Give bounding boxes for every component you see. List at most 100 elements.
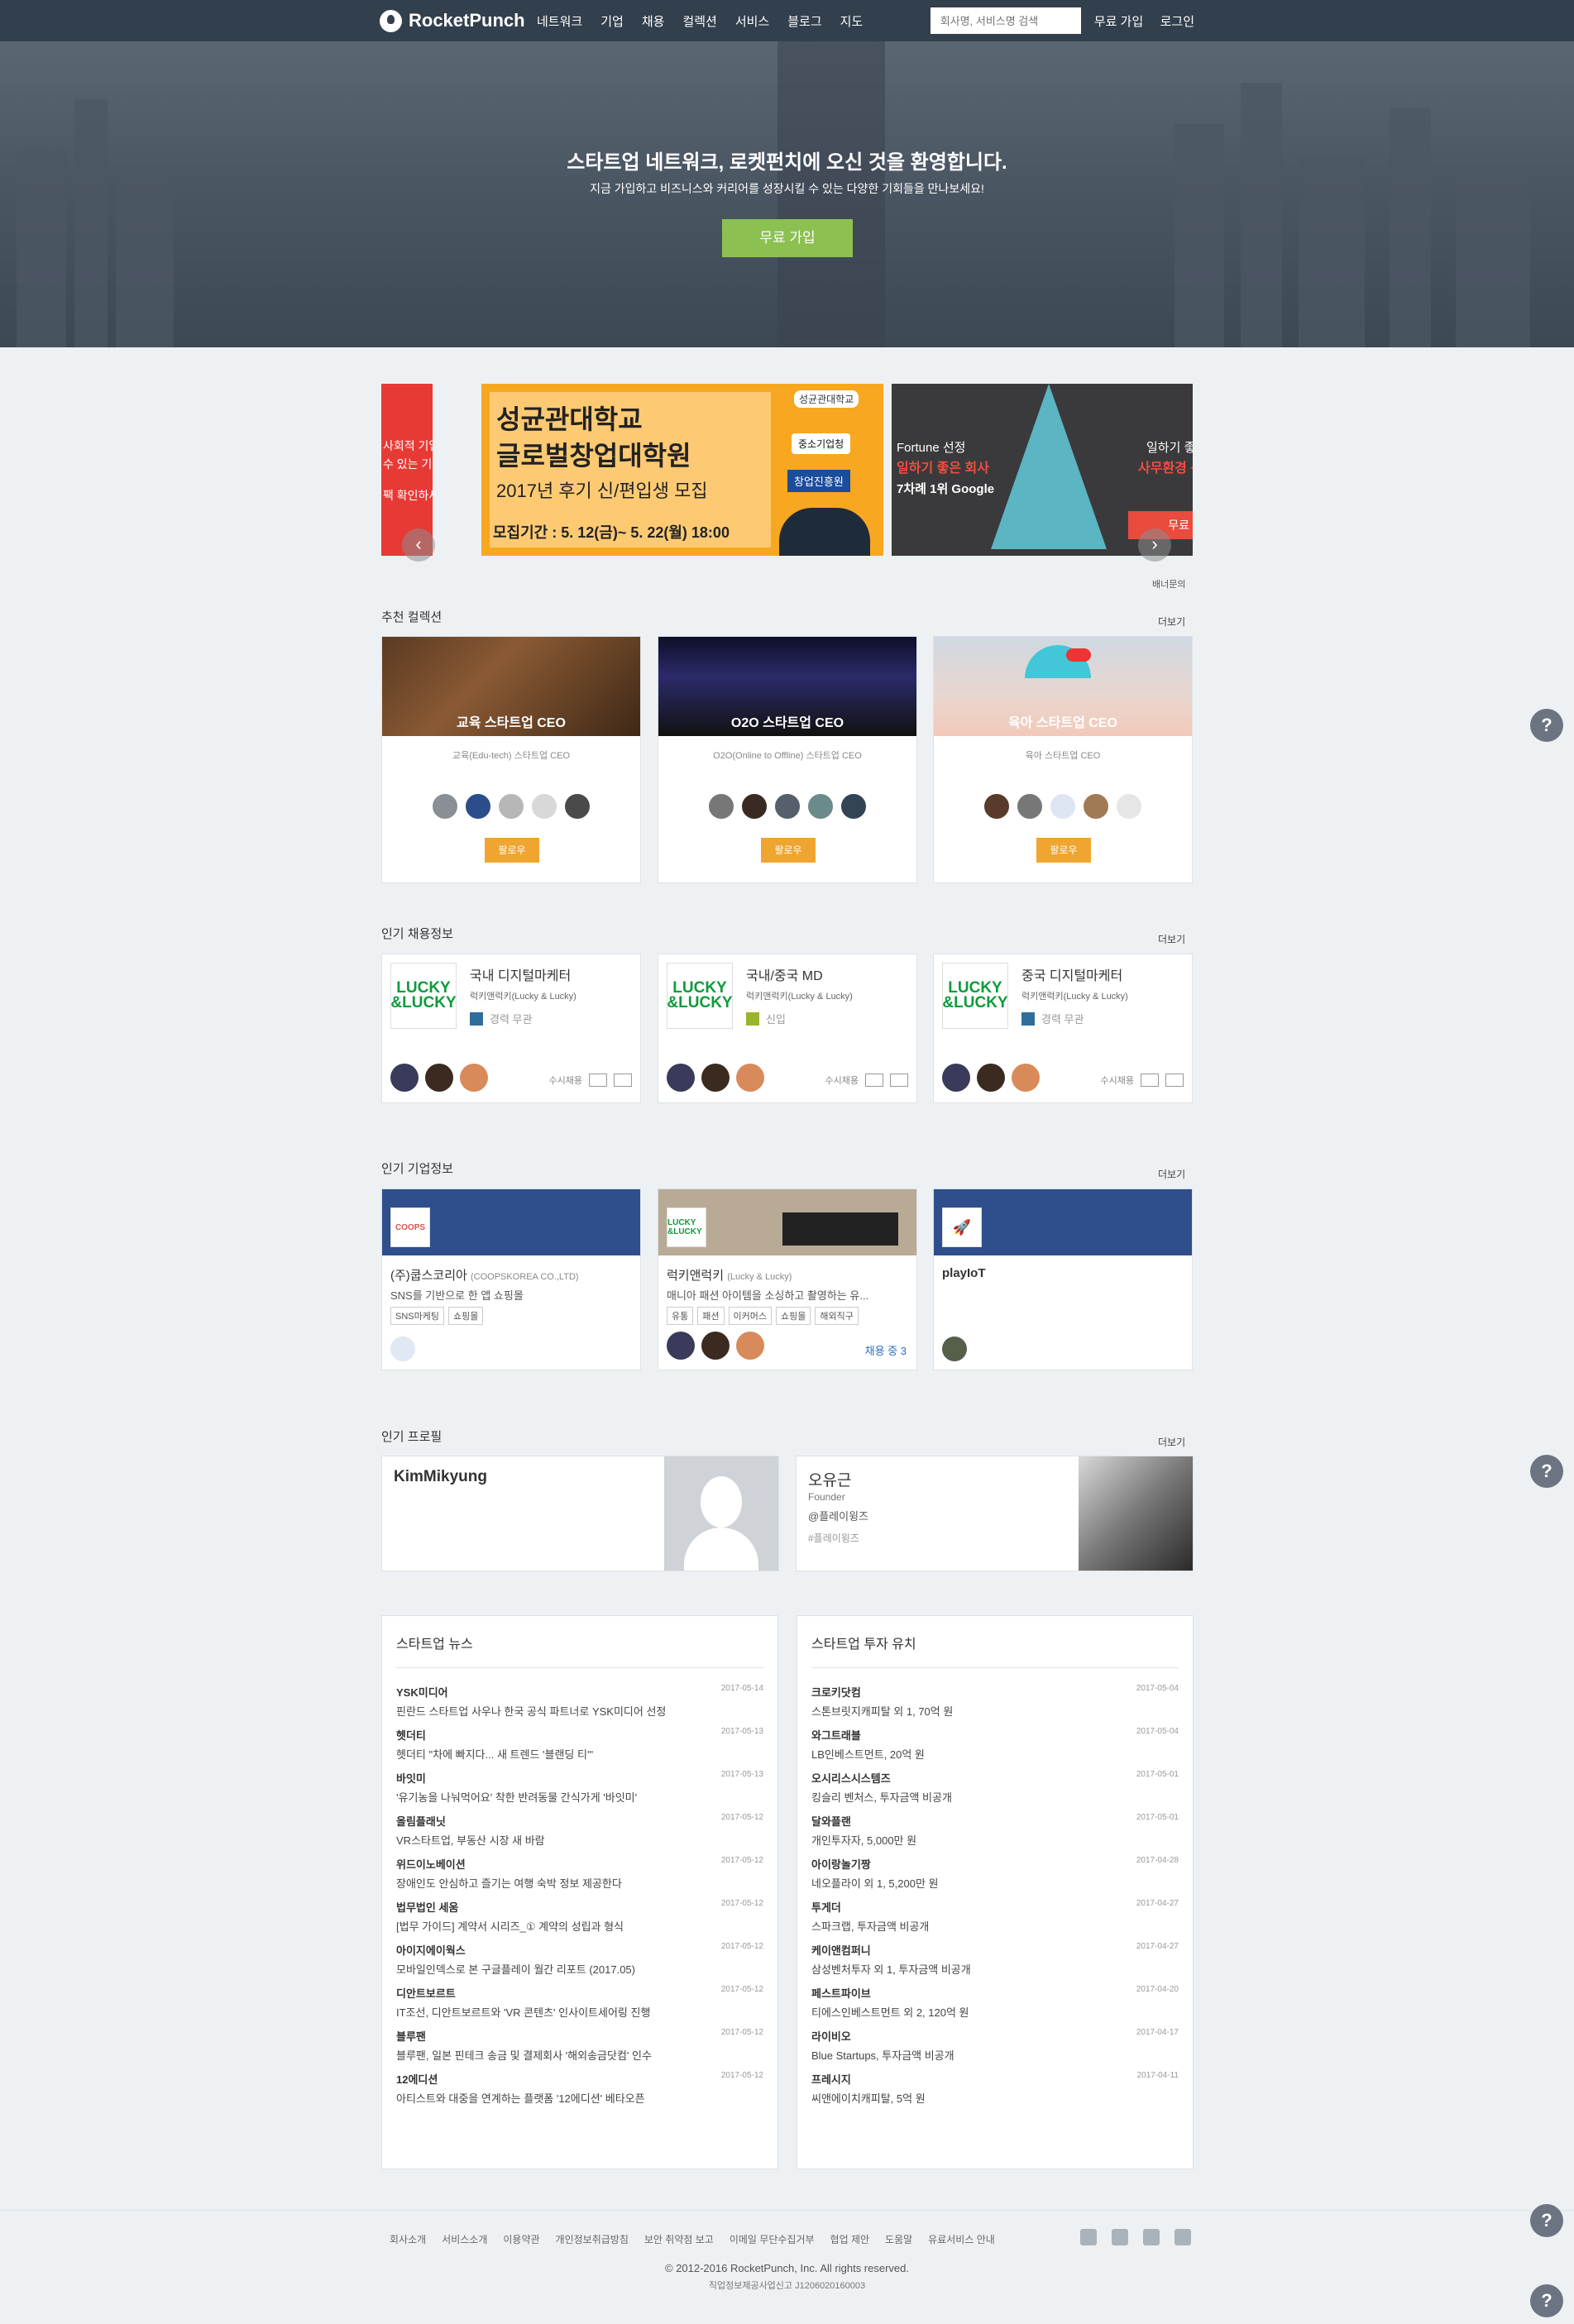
job-title[interactable]: 국내 디지털마케터 bbox=[470, 964, 571, 984]
item-desc[interactable]: 스파크랩, 투자금액 비공개 bbox=[811, 1918, 1179, 1934]
avatar[interactable] bbox=[667, 1064, 695, 1092]
hiring-count[interactable]: 채용 중 3 bbox=[865, 1342, 907, 1358]
profile-name[interactable]: KimMikyung bbox=[394, 1468, 487, 1486]
profile-name[interactable]: 오유근 bbox=[808, 1468, 851, 1490]
investment-item[interactable]: 투게더 스파크랩, 투자금액 비공개 2017-04-27 bbox=[811, 1899, 1179, 1934]
item-desc[interactable]: 장애인도 안심하고 즐기는 여행 숙박 정보 제공한다 bbox=[396, 1875, 763, 1891]
avatar[interactable] bbox=[983, 792, 1011, 820]
item-desc[interactable]: 스톤브릿지캐피탈 외 1, 70억 원 bbox=[811, 1703, 1179, 1719]
investment-item[interactable]: 케이앤컴퍼니 삼성벤처투자 외 1, 투자금액 비공개 2017-04-27 bbox=[811, 1942, 1179, 1977]
item-title[interactable]: 와그트래블 bbox=[811, 1727, 1179, 1743]
collection-card-2[interactable]: O2O 스타트업 CEO O2O(Online to Offline) 스타트업… bbox=[658, 636, 917, 883]
item-title[interactable]: 위드이노베이션 bbox=[396, 1856, 763, 1872]
news-item[interactable]: 바잇미 '유기농을 나눠먹어요' 착한 반려동물 간식가게 '바잇미' 2017-0… bbox=[396, 1770, 763, 1805]
footer-link[interactable]: 서비스소개 bbox=[442, 2232, 487, 2246]
avatar[interactable] bbox=[390, 1064, 419, 1092]
hero-signup-button[interactable]: 무료 가입 bbox=[722, 219, 853, 257]
banner-inquiry-link[interactable]: 배너문의 bbox=[1152, 577, 1185, 591]
footer-link[interactable]: 협업 제안 bbox=[830, 2232, 870, 2246]
avatar[interactable] bbox=[736, 1332, 764, 1360]
facebook-icon[interactable] bbox=[1080, 2229, 1097, 2245]
avatar[interactable] bbox=[773, 792, 801, 820]
company-tag[interactable]: 패션 bbox=[697, 1307, 725, 1325]
banner-prev-arrow[interactable]: ‹ bbox=[402, 528, 435, 562]
twitter-icon[interactable] bbox=[1112, 2229, 1128, 2245]
news-item[interactable]: 디안트보르트 IT조선, 디안트보르트와 'VR 콘텐츠' 인사이트세어링 진행 2… bbox=[396, 1985, 763, 2020]
company-card-2[interactable]: LUCKY &LUCKY 럭키앤럭키 (Lucky & Lucky) 매니아 패… bbox=[658, 1188, 917, 1370]
google-plus-icon[interactable] bbox=[1143, 2229, 1160, 2245]
avatar[interactable] bbox=[390, 1337, 415, 1361]
item-desc[interactable]: 개인투자자, 5,000만 원 bbox=[811, 1832, 1179, 1848]
footer-link[interactable]: 회사소개 bbox=[390, 2232, 426, 2246]
investment-item[interactable]: 크로키닷컴 스톤브릿지캐피탈 외 1, 70억 원 2017-05-04 bbox=[811, 1684, 1179, 1719]
job-card-3[interactable]: LUCKY &LUCKY 중국 디지털마케터 럭키앤럭키(Lucky & Luc… bbox=[933, 954, 1193, 1103]
menu-blog[interactable]: 블로그 bbox=[787, 12, 821, 30]
help-icon[interactable]: ? bbox=[1530, 2284, 1563, 2317]
avatar[interactable] bbox=[942, 1064, 970, 1092]
footer-link[interactable]: 도움말 bbox=[885, 2232, 912, 2246]
news-item[interactable]: 12에디션 아티스트와 대중을 연계하는 플랫폼 '12에디션' 베타오픈 2017… bbox=[396, 2071, 763, 2106]
avatar[interactable] bbox=[1049, 792, 1077, 820]
footer-link[interactable]: 개인정보취급방침 bbox=[556, 2232, 629, 2246]
footer-link[interactable]: 이용약관 bbox=[503, 2232, 539, 2246]
item-title[interactable]: 투게더 bbox=[811, 1899, 1179, 1915]
avatar[interactable] bbox=[1012, 1064, 1040, 1092]
investment-item[interactable]: 페스트파이브 티에스인베스트먼트 외 2, 120억 원 2017-04-20 bbox=[811, 1985, 1179, 2020]
item-desc[interactable]: IT조선, 디안트보르트와 'VR 콘텐츠' 인사이트세어링 진행 bbox=[396, 2004, 763, 2020]
menu-collections[interactable]: 컬렉션 bbox=[682, 12, 716, 30]
news-item[interactable]: 블루팬 블루팬, 일본 핀테크 송금 및 결제회사 '해외송금닷컴' 인수 2017… bbox=[396, 2028, 763, 2063]
profile-card-2[interactable]: 오유근 Founder @플레이윙즈 #플레이윙즈 bbox=[796, 1456, 1194, 1571]
avatar[interactable] bbox=[563, 792, 591, 820]
item-desc[interactable]: 아티스트와 대중을 연계하는 플랫폼 '12에디션' 베타오픈 bbox=[396, 2090, 763, 2106]
logo[interactable]: RocketPunch bbox=[380, 9, 537, 32]
item-title[interactable]: 페스트파이브 bbox=[811, 1985, 1179, 2001]
item-title[interactable]: 올림플래닛 bbox=[396, 1813, 763, 1829]
investment-item[interactable]: 오시리스시스템즈 킹슬리 벤처스, 투자금액 비공개 2017-05-01 bbox=[811, 1770, 1179, 1805]
job-card-1[interactable]: LUCKY &LUCKY 국내 디지털마케터 럭키앤럭키(Lucky & Luc… bbox=[381, 954, 641, 1103]
companies-more-link[interactable]: 더보기 bbox=[1158, 1167, 1185, 1181]
investment-item[interactable]: 아이랑놀기짱 네오플라이 외 1, 5,200만 원 2017-04-28 bbox=[811, 1856, 1179, 1891]
item-desc[interactable]: '유기농을 나눠먹어요' 착한 반려동물 간식가게 '바잇미' bbox=[396, 1789, 763, 1805]
banner-center[interactable]: 성균관대학교 글로벌창업대학원 2017년 후기 신/편입생 모집 모집기간 :… bbox=[481, 384, 883, 556]
news-item[interactable]: 위드이노베이션 장애인도 안심하고 즐기는 여행 숙박 정보 제공한다 2017-0… bbox=[396, 1856, 763, 1891]
avatar[interactable] bbox=[806, 792, 835, 820]
help-icon[interactable]: ? bbox=[1530, 1455, 1563, 1488]
avatar[interactable] bbox=[530, 792, 558, 820]
profiles-more-link[interactable]: 더보기 bbox=[1158, 1435, 1185, 1449]
item-desc[interactable]: 모바일인덱스로 본 구글플레이 월간 리포트 (2017.05) bbox=[396, 1961, 763, 1977]
item-desc[interactable]: 킹슬리 벤처스, 투자금액 비공개 bbox=[811, 1789, 1179, 1805]
item-title[interactable]: 프레시지 bbox=[811, 2071, 1179, 2087]
news-item[interactable]: 법무법인 세움 [법무 가이드] 계약서 시리즈_① 계약의 성립과 형식 2017… bbox=[396, 1899, 763, 1934]
menu-services[interactable]: 서비스 bbox=[735, 12, 769, 30]
follow-button[interactable]: 팔로우 bbox=[761, 838, 816, 863]
menu-map[interactable]: 지도 bbox=[840, 12, 864, 30]
company-name[interactable]: playIoT bbox=[942, 1266, 986, 1280]
profile-card-1[interactable]: KimMikyung bbox=[381, 1456, 779, 1571]
avatar[interactable] bbox=[1082, 792, 1110, 820]
company-name[interactable]: 럭키앤럭키 bbox=[667, 1269, 724, 1283]
item-desc[interactable]: 헷더티 "차에 빠지다... 새 트렌드 '블랜딩 티'" bbox=[396, 1746, 763, 1762]
item-title[interactable]: 헷더티 bbox=[396, 1727, 763, 1743]
footer-link[interactable]: 유료서비스 안내 bbox=[928, 2232, 995, 2246]
avatar[interactable] bbox=[701, 1064, 730, 1092]
avatar[interactable] bbox=[1016, 792, 1044, 820]
profile-company[interactable]: @플레이윙즈 bbox=[808, 1508, 868, 1523]
avatar[interactable] bbox=[460, 1064, 488, 1092]
item-desc[interactable]: 티에스인베스트먼트 외 2, 120억 원 bbox=[811, 2004, 1179, 2020]
avatar[interactable] bbox=[701, 1332, 730, 1360]
help-icon[interactable]: ? bbox=[1530, 2204, 1563, 2237]
search-input[interactable] bbox=[930, 7, 1081, 34]
follow-button[interactable]: 팔로우 bbox=[1036, 838, 1091, 863]
item-title[interactable]: 법무법인 세움 bbox=[396, 1899, 763, 1915]
item-desc[interactable]: Blue Startups, 투자금액 비공개 bbox=[811, 2047, 1179, 2063]
item-title[interactable]: YSK미디어 bbox=[396, 1684, 763, 1700]
avatar[interactable] bbox=[736, 1064, 764, 1092]
job-title[interactable]: 중국 디지털마케터 bbox=[1021, 964, 1122, 984]
avatar[interactable] bbox=[1115, 792, 1143, 820]
item-title[interactable]: 오시리스시스템즈 bbox=[811, 1770, 1179, 1786]
avatar[interactable] bbox=[740, 792, 768, 820]
news-item[interactable]: 아이지에이웍스 모바일인덱스로 본 구글플레이 월간 리포트 (2017.05) 2… bbox=[396, 1942, 763, 1977]
item-title[interactable]: 크로키닷컴 bbox=[811, 1684, 1179, 1700]
menu-jobs[interactable]: 채용 bbox=[642, 12, 665, 30]
item-desc[interactable]: 네오플라이 외 1, 5,200만 원 bbox=[811, 1875, 1179, 1891]
